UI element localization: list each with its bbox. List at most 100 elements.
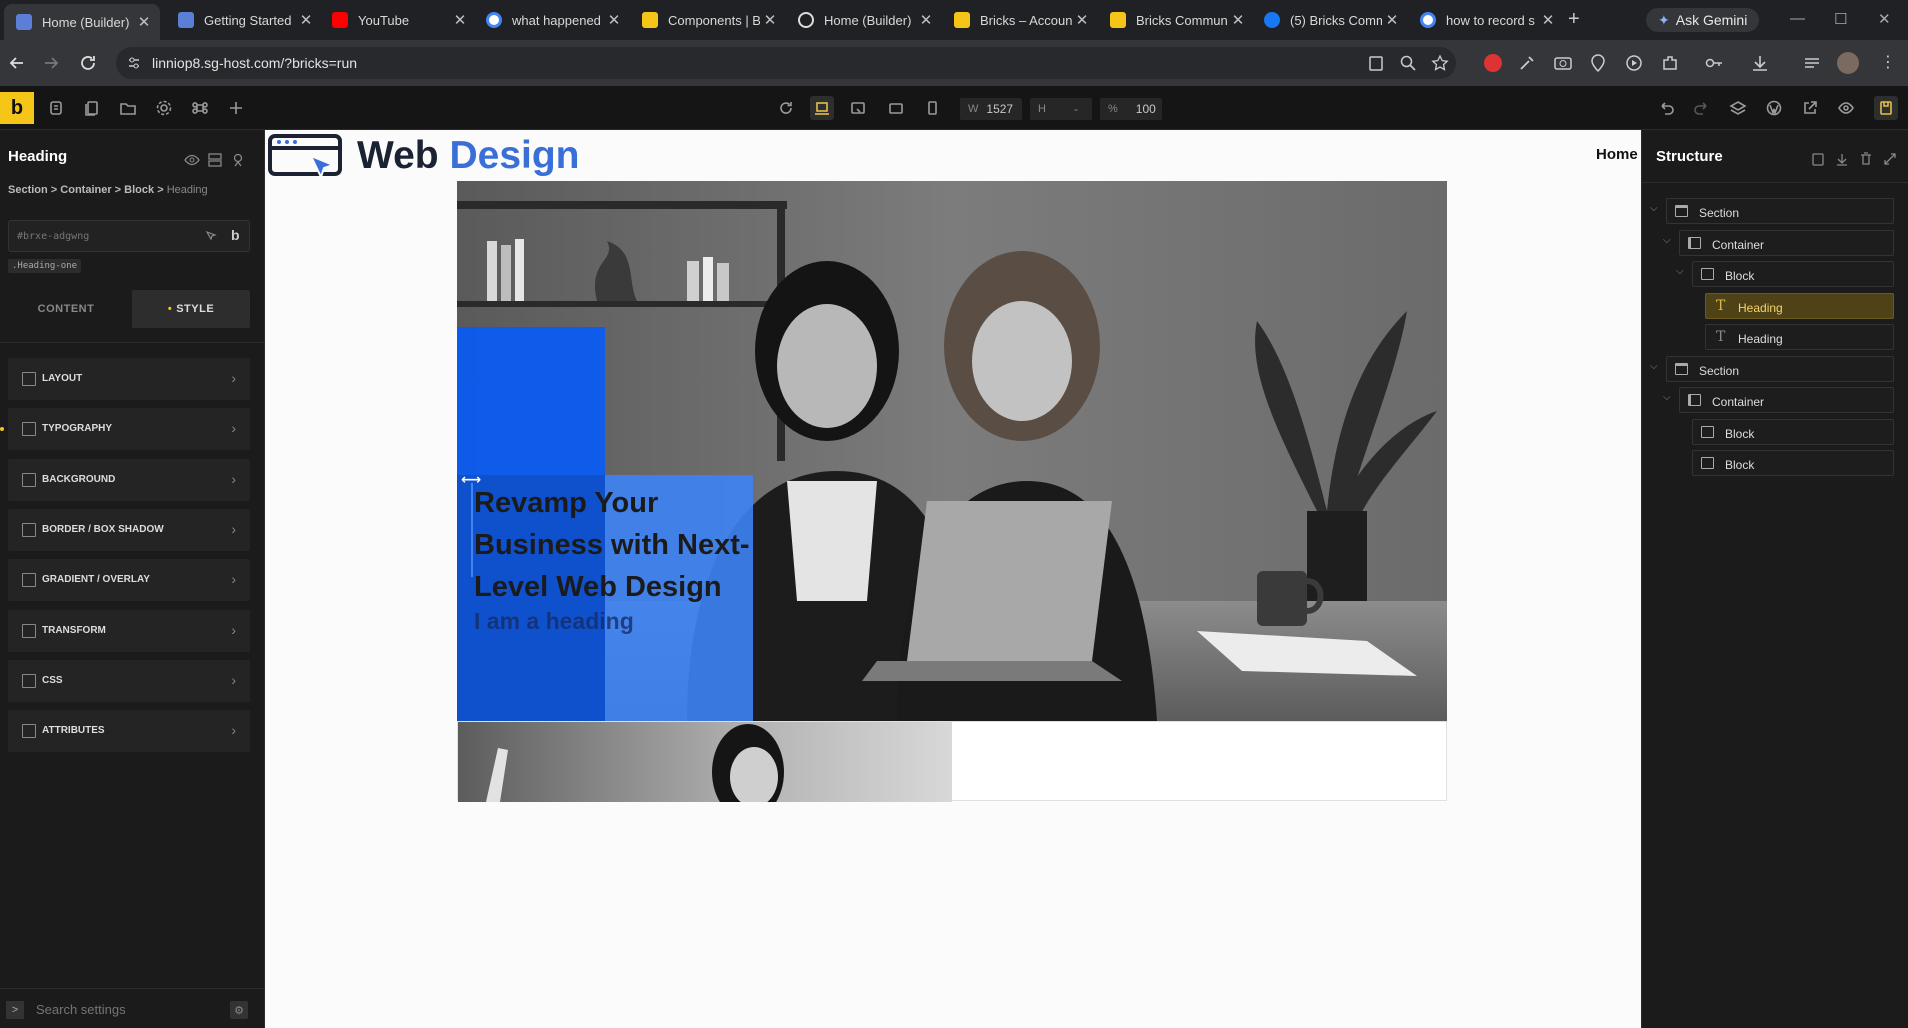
profile-avatar[interactable] — [1837, 52, 1859, 74]
width-field[interactable]: W 1527 — [960, 98, 1022, 120]
style-section-border-box-shadow[interactable]: BORDER / BOX SHADOW › — [8, 508, 250, 551]
tab-content[interactable]: CONTENT — [8, 290, 124, 328]
extensions-puzzle-icon[interactable] — [1659, 52, 1681, 74]
folder-icon[interactable] — [116, 96, 140, 120]
resize-handle-icon[interactable]: ⟷ — [461, 471, 481, 488]
site-settings-icon[interactable] — [126, 55, 142, 71]
settings-gear-icon[interactable]: ⚙ — [230, 1001, 248, 1019]
save-icon[interactable] — [1874, 96, 1898, 120]
height-field[interactable]: H - — [1030, 98, 1092, 120]
cursor-select-icon[interactable] — [205, 230, 218, 243]
clipboard-icon[interactable] — [1367, 54, 1385, 72]
clipboard-icon[interactable] — [1810, 151, 1826, 167]
close-tab-icon[interactable]: ✕ — [1382, 11, 1402, 29]
reload-icon[interactable] — [77, 52, 99, 74]
new-tab-button[interactable]: + — [1568, 8, 1580, 31]
style-section-attributes[interactable]: ATTRIBUTES › — [8, 710, 250, 753]
close-tab-icon[interactable]: ✕ — [450, 11, 470, 29]
external-link-icon[interactable] — [1798, 96, 1822, 120]
close-tab-icon[interactable]: ✕ — [296, 11, 316, 29]
password-key-icon[interactable] — [1703, 52, 1725, 74]
close-tab-icon[interactable]: ✕ — [916, 11, 936, 29]
desktop-breakpoint-icon[interactable] — [810, 96, 834, 120]
structure-item-text[interactable]: T Heading — [1705, 292, 1894, 319]
trash-icon[interactable] — [1858, 151, 1874, 167]
css-id-field[interactable]: #brxe-adgwng b — [8, 220, 250, 252]
pages-icon[interactable] — [80, 96, 104, 120]
add-plus-icon[interactable] — [224, 96, 248, 120]
undo-icon[interactable] — [1654, 96, 1678, 120]
close-tab-icon[interactable]: ✕ — [134, 13, 154, 31]
layers-icon[interactable] — [1726, 96, 1750, 120]
hero-subheading[interactable]: I am a heading — [474, 608, 634, 635]
extension-badge-icon[interactable] — [1484, 54, 1502, 72]
structure-item-block[interactable]: Block — [1692, 418, 1894, 445]
tablet-landscape-icon[interactable] — [846, 96, 870, 120]
ask-gemini-button[interactable]: ✦ Ask Gemini — [1646, 8, 1760, 32]
close-tab-icon[interactable]: ✕ — [1538, 11, 1558, 29]
location-pin-icon[interactable] — [1587, 52, 1609, 74]
class-tag[interactable]: .Heading-one — [8, 259, 82, 273]
tab-style[interactable]: • STYLE — [132, 290, 250, 328]
browser-tab[interactable]: Home (Builder) ✕ — [4, 4, 160, 40]
close-tab-icon[interactable]: ✕ — [760, 11, 780, 29]
bricks-logo-button[interactable]: b — [0, 92, 34, 124]
structure-item-section[interactable]: Section — [1666, 355, 1894, 382]
mobile-icon[interactable] — [920, 96, 944, 120]
hero-heading[interactable]: Revamp Your Business with Next-Level Web… — [474, 482, 754, 608]
zoom-field[interactable]: % 100 — [1100, 98, 1162, 120]
structure-item-section[interactable]: Section — [1666, 198, 1894, 224]
close-tab-icon[interactable]: ✕ — [1228, 11, 1248, 29]
elements-icon[interactable] — [44, 96, 68, 120]
pin-icon[interactable] — [230, 152, 246, 168]
chevron-down-icon[interactable]: ⌵ — [1676, 266, 1684, 277]
maximize-icon[interactable]: ☐ — [1834, 10, 1847, 28]
structure-item-container[interactable]: Container — [1679, 387, 1894, 413]
bookmark-star-icon[interactable] — [1431, 54, 1449, 72]
style-section-typography[interactable]: TYPOGRAPHY › — [8, 408, 250, 451]
reading-list-icon[interactable] — [1801, 52, 1823, 74]
redo-icon[interactable] — [1690, 96, 1714, 120]
close-window-icon[interactable]: ✕ — [1878, 10, 1891, 28]
chevron-down-icon[interactable]: ⌵ — [1650, 203, 1658, 214]
breadcrumb-item-section[interactable]: Section — [8, 184, 48, 196]
structure-item-text[interactable]: T Heading — [1705, 324, 1894, 350]
gear-icon[interactable] — [152, 96, 176, 120]
style-section-background[interactable]: BACKGROUND › — [8, 458, 250, 501]
download-icon[interactable] — [1834, 151, 1850, 167]
builder-canvas[interactable]: Web Design Home Revamp Your Business wit… — [265, 130, 1641, 1028]
nav-link-home[interactable]: Home — [1596, 146, 1638, 163]
close-tab-icon[interactable]: ✕ — [604, 11, 624, 29]
camera-icon[interactable] — [1552, 52, 1574, 74]
collapse-icon[interactable] — [1882, 151, 1898, 167]
command-icon[interactable] — [188, 96, 212, 120]
browser-tab[interactable]: YouTube ✕ — [320, 6, 476, 34]
media-play-icon[interactable] — [1623, 52, 1645, 74]
close-tab-icon[interactable]: ✕ — [1072, 11, 1092, 29]
template-icon[interactable] — [207, 152, 223, 168]
browser-menu-icon[interactable]: ⋮ — [1880, 52, 1896, 72]
style-section-css[interactable]: CSS › — [8, 659, 250, 702]
bricks-class-icon[interactable]: b — [231, 227, 240, 243]
browser-tab[interactable]: how to record s ✕ — [1408, 6, 1564, 34]
site-logo[interactable]: Web Design — [267, 132, 627, 180]
wordpress-icon[interactable] — [1762, 96, 1786, 120]
style-section-layout[interactable]: LAYOUT › — [8, 358, 250, 400]
eyedropper-icon[interactable] — [1516, 52, 1538, 74]
style-section-gradient-overlay[interactable]: GRADIENT / OVERLAY › — [8, 559, 250, 602]
forward-arrow-icon[interactable] — [40, 52, 62, 74]
chevron-down-icon[interactable]: ⌵ — [1663, 392, 1671, 403]
breadcrumb-item-container[interactable]: Container — [60, 184, 111, 196]
minimize-icon[interactable]: — — [1790, 10, 1805, 27]
structure-item-container[interactable]: Container — [1679, 229, 1894, 256]
chevron-down-icon[interactable]: ⌵ — [1650, 361, 1658, 372]
browser-tab[interactable]: Home (Builder) ✕ — [786, 6, 942, 34]
visibility-eye-icon[interactable] — [184, 152, 200, 168]
refresh-icon[interactable] — [774, 96, 798, 120]
browser-tab[interactable]: Getting Started ✕ — [166, 6, 322, 34]
preview-eye-icon[interactable] — [1834, 96, 1858, 120]
browser-tab[interactable]: what happened ✕ — [474, 6, 630, 34]
back-arrow-icon[interactable] — [6, 52, 28, 74]
hero-section[interactable]: Revamp Your Business with Next-Level Web… — [457, 181, 1447, 721]
second-section[interactable] — [457, 721, 1447, 802]
